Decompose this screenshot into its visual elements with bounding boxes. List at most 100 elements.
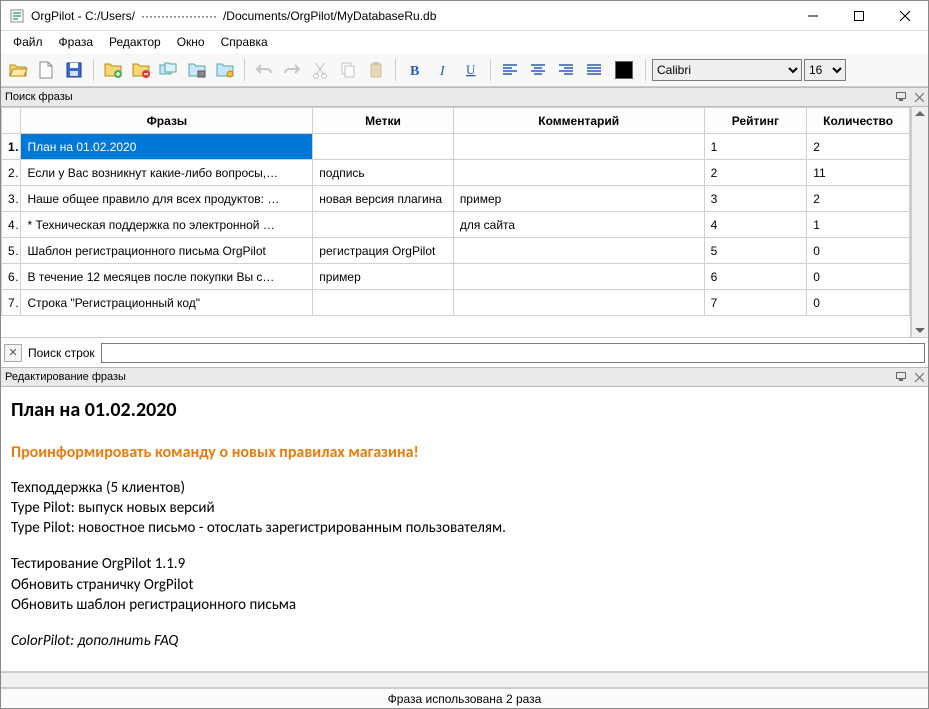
close-button[interactable] <box>882 1 928 31</box>
search-label: Поиск строк <box>28 346 95 360</box>
font-family-select[interactable]: Calibri <box>652 59 802 81</box>
cell-count[interactable]: 0 <box>807 238 910 264</box>
table-row[interactable]: 5Шаблон регистрационного письма OrgPilot… <box>2 238 910 264</box>
menu-editor[interactable]: Редактор <box>101 33 169 51</box>
cell-count[interactable]: 1 <box>807 212 910 238</box>
editor-line: Тестирование OrgPilot 1.1.9 <box>11 554 918 574</box>
cell-comment[interactable] <box>453 134 704 160</box>
row-number: 3 <box>2 186 21 212</box>
cell-phrase[interactable]: Если у Вас возникнут какие-либо вопросы,… <box>21 160 313 186</box>
cell-count[interactable]: 2 <box>807 186 910 212</box>
menu-window[interactable]: Окно <box>169 33 213 51</box>
cell-comment[interactable] <box>453 238 704 264</box>
col-count[interactable]: Количество <box>807 108 910 134</box>
panel-dock-icon[interactable] <box>892 89 910 105</box>
align-justify-icon[interactable] <box>581 57 607 83</box>
row-number: 1 <box>2 134 21 160</box>
table-row[interactable]: 3Наше общее правило для всех продуктов: … <box>2 186 910 212</box>
redo-icon[interactable] <box>279 57 305 83</box>
table-row[interactable]: 1План на 01.02.202012 <box>2 134 910 160</box>
align-right-icon[interactable] <box>553 57 579 83</box>
cell-phrase[interactable]: План на 01.02.2020 <box>21 134 313 160</box>
editor-highlight: Проинформировать команду о новых правила… <box>11 442 918 464</box>
cell-comment[interactable] <box>453 290 704 316</box>
folder-delete-icon[interactable] <box>128 57 154 83</box>
close-search-icon[interactable]: ✕ <box>4 344 22 362</box>
text-color-swatch[interactable] <box>615 61 633 79</box>
bold-icon[interactable]: B <box>402 57 428 83</box>
copy-icon[interactable] <box>335 57 361 83</box>
cell-phrase[interactable]: В течение 12 месяцев после покупки Вы с… <box>21 264 313 290</box>
cell-comment[interactable]: для сайта <box>453 212 704 238</box>
italic-icon[interactable]: I <box>430 57 456 83</box>
row-number: 5 <box>2 238 21 264</box>
cell-phrase[interactable]: Строка "Регистрационный код" <box>21 290 313 316</box>
panel-close-icon[interactable] <box>910 89 928 105</box>
underline-icon[interactable]: U <box>458 57 484 83</box>
cell-comment[interactable]: пример <box>453 186 704 212</box>
folders-icon[interactable] <box>156 57 182 83</box>
cell-rating[interactable]: 1 <box>704 134 807 160</box>
cell-count[interactable]: 0 <box>807 264 910 290</box>
menu-help[interactable]: Справка <box>213 33 276 51</box>
cell-phrase[interactable]: Шаблон регистрационного письма OrgPilot <box>21 238 313 264</box>
cut-icon[interactable] <box>307 57 333 83</box>
cell-tags[interactable] <box>313 134 454 160</box>
cell-rating[interactable]: 4 <box>704 212 807 238</box>
undo-icon[interactable] <box>251 57 277 83</box>
maximize-button[interactable] <box>836 1 882 31</box>
cell-count[interactable]: 11 <box>807 160 910 186</box>
cell-rating[interactable]: 3 <box>704 186 807 212</box>
open-folder-icon[interactable] <box>5 57 31 83</box>
cell-tags[interactable]: регистрация OrgPilot <box>313 238 454 264</box>
cell-tags[interactable]: новая версия плагина <box>313 186 454 212</box>
horizontal-scrollbar[interactable] <box>1 672 928 688</box>
app-icon <box>9 8 25 24</box>
folder-5-icon[interactable] <box>212 57 238 83</box>
cell-count[interactable]: 2 <box>807 134 910 160</box>
col-comment[interactable]: Комментарий <box>453 108 704 134</box>
cell-comment[interactable] <box>453 264 704 290</box>
table-row[interactable]: 4* Техническая поддержка по электронной … <box>2 212 910 238</box>
minimize-button[interactable] <box>790 1 836 31</box>
folder-add-icon[interactable] <box>100 57 126 83</box>
col-phrase[interactable]: Фразы <box>21 108 313 134</box>
paste-icon[interactable] <box>363 57 389 83</box>
cell-tags[interactable] <box>313 290 454 316</box>
cell-tags[interactable]: подпись <box>313 160 454 186</box>
col-tags[interactable]: Метки <box>313 108 454 134</box>
align-left-icon[interactable] <box>497 57 523 83</box>
cell-count[interactable]: 0 <box>807 290 910 316</box>
table-row[interactable]: 6 В течение 12 месяцев после покупки Вы с… <box>2 264 910 290</box>
toolbar: B I U Calibri 16 <box>1 53 928 87</box>
menu-phrase[interactable]: Фраза <box>51 33 102 51</box>
cell-rating[interactable]: 2 <box>704 160 807 186</box>
table-row[interactable]: 7Строка "Регистрационный код"70 <box>2 290 910 316</box>
font-size-select[interactable]: 16 <box>804 59 846 81</box>
cell-rating[interactable]: 7 <box>704 290 807 316</box>
cell-phrase[interactable]: * Техническая поддержка по электронной … <box>21 212 313 238</box>
cell-comment[interactable] <box>453 160 704 186</box>
col-rownum[interactable] <box>2 108 21 134</box>
folder-config-icon[interactable] <box>184 57 210 83</box>
align-center-icon[interactable] <box>525 57 551 83</box>
table-row[interactable]: 2 Если у Вас возникнут какие-либо вопросы… <box>2 160 910 186</box>
search-input[interactable] <box>101 343 925 363</box>
grid-vertical-scrollbar[interactable] <box>911 107 928 337</box>
phrase-grid[interactable]: Фразы Метки Комментарий Рейтинг Количест… <box>1 107 910 316</box>
menubar: Файл Фраза Редактор Окно Справка <box>1 31 928 53</box>
editor-dock-icon[interactable] <box>892 369 910 385</box>
menu-file[interactable]: Файл <box>5 33 51 51</box>
titlebar: OrgPilot - C:/Users/ ···················… <box>1 1 928 31</box>
phrase-editor[interactable]: План на 01.02.2020 Проинформировать кома… <box>1 387 928 672</box>
cell-phrase[interactable]: Наше общее правило для всех продуктов: … <box>21 186 313 212</box>
cell-rating[interactable]: 6 <box>704 264 807 290</box>
editor-close-icon[interactable] <box>910 369 928 385</box>
col-rating[interactable]: Рейтинг <box>704 108 807 134</box>
cell-tags[interactable]: пример <box>313 264 454 290</box>
cell-rating[interactable]: 5 <box>704 238 807 264</box>
row-number: 4 <box>2 212 21 238</box>
save-icon[interactable] <box>61 57 87 83</box>
cell-tags[interactable] <box>313 212 454 238</box>
new-file-icon[interactable] <box>33 57 59 83</box>
